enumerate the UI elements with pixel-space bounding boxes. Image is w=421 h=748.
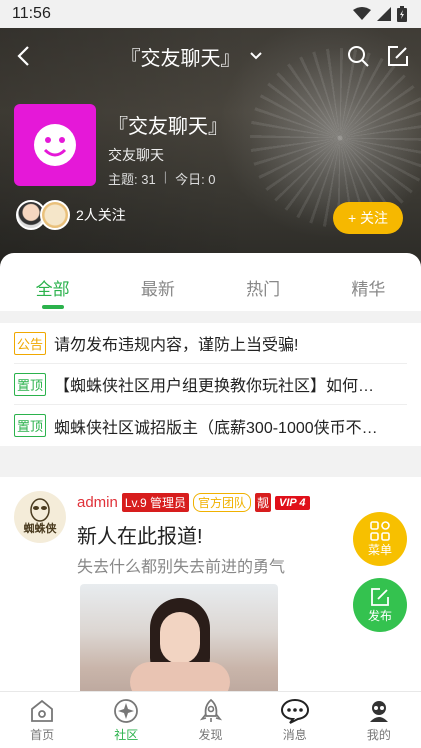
battery-icon	[397, 6, 407, 22]
tab-label: 精华	[351, 280, 386, 299]
message-icon	[280, 698, 309, 724]
post-title[interactable]: 新人在此报道!	[77, 520, 203, 549]
avatar[interactable]: 蜘蛛侠	[14, 491, 66, 543]
forum-topics: 主题: 31	[108, 172, 156, 187]
notice-text: 请勿发布违规内容，谨防上当受骗!	[54, 337, 299, 354]
forum-name: 『交友聊天』	[108, 116, 228, 138]
bottom-navigation: 首页 社区 发现 消息 我的	[0, 691, 421, 748]
publish-label: 发布	[367, 608, 392, 623]
post-username[interactable]: admin	[77, 494, 118, 511]
notice-item[interactable]: 公告 请勿发布违规内容，谨防上当受骗!	[14, 323, 407, 364]
notice-item[interactable]: 置顶 【蜘蛛侠社区用户组更换教你玩社区】如何…	[14, 364, 407, 405]
rocket-icon	[199, 698, 222, 722]
status-time: 11:56	[12, 5, 51, 22]
pinned-tag: 置顶	[14, 372, 47, 396]
status-icons	[353, 6, 407, 22]
header-title-dropdown[interactable]: 『交友聊天』	[121, 42, 263, 71]
active-tab-indicator	[41, 305, 64, 309]
pinned-notices: 公告 请勿发布违规内容，谨防上当受骗! 置顶 【蜘蛛侠社区用户组更换教你玩社区】…	[0, 323, 421, 446]
nav-messages[interactable]: 消息	[253, 692, 337, 748]
profile-icon	[369, 700, 388, 722]
avatar	[40, 200, 70, 230]
follower-avatars	[16, 200, 70, 230]
forum-logo	[14, 104, 96, 186]
followers[interactable]: 2人关注	[16, 200, 126, 230]
publish-button[interactable]: 发布	[353, 578, 407, 632]
menu-label: 菜单	[367, 542, 392, 557]
tab-label: 全部	[35, 280, 70, 299]
smiley-icon	[34, 124, 76, 166]
tab-label: 最新	[140, 280, 175, 299]
spider-mask-icon	[30, 498, 50, 522]
post-card[interactable]: 蜘蛛侠 admin Lv.9 管理员 官方团队 靓 VIP 4 新人在此报道! …	[0, 477, 421, 691]
back-icon[interactable]	[12, 44, 36, 68]
nav-profile[interactable]: 我的	[337, 692, 421, 748]
followers-count: 2人关注	[76, 207, 126, 223]
forum-subtitle: 交友聊天	[108, 147, 164, 163]
post-image[interactable]	[80, 584, 278, 691]
notice-text: 【蜘蛛侠社区用户组更换教你玩社区】如何…	[54, 378, 375, 395]
chevron-down-icon	[249, 52, 262, 60]
top-navigation: 『交友聊天』	[0, 28, 421, 84]
notice-item[interactable]: 置顶 蜘蛛侠社区诚招版主（底薪300-1000侠币不…	[14, 405, 407, 446]
official-team-badge: 官方团队	[193, 493, 252, 512]
notice-text: 蜘蛛侠社区诚招版主（底薪300-1000侠币不…	[54, 419, 378, 437]
post-author-row: admin Lv.9 管理员 官方团队 靓 VIP 4	[77, 493, 310, 512]
stats-divider: |	[163, 169, 168, 184]
tab-label: 热门	[246, 280, 281, 299]
nav-community[interactable]: 社区	[84, 692, 168, 748]
nav-discover[interactable]: 发现	[168, 692, 252, 748]
nav-label: 首页	[30, 727, 55, 742]
announcement-tag: 公告	[14, 331, 47, 355]
content-tabs: 全部 最新 热门 精华	[0, 253, 421, 311]
compose-icon[interactable]	[387, 45, 409, 67]
follow-button[interactable]: + 关注	[333, 202, 403, 234]
nav-label: 消息	[282, 727, 307, 742]
tab-latest[interactable]: 最新	[105, 253, 210, 311]
header-title: 『交友聊天』	[120, 47, 241, 70]
signal-icon	[377, 7, 391, 21]
forum-stats: 主题: 31 | 今日: 0	[108, 169, 228, 188]
tab-hot[interactable]: 热门	[211, 253, 316, 311]
search-icon[interactable]	[347, 45, 369, 67]
nav-label: 发现	[198, 727, 223, 742]
nav-label: 社区	[114, 727, 139, 742]
image-detail	[130, 662, 230, 691]
status-bar: 11:56	[0, 0, 421, 28]
post-description: 失去什么都别失去前进的勇气	[77, 559, 286, 576]
level-badge: Lv.9 管理员	[121, 493, 189, 512]
tab-featured[interactable]: 精华	[316, 253, 421, 311]
forum-info: 『交友聊天』 交友聊天 主题: 31 | 今日: 0	[14, 104, 228, 188]
wifi-icon	[353, 7, 371, 20]
home-icon	[31, 699, 53, 722]
menu-button[interactable]: 菜单	[353, 512, 407, 566]
community-icon	[114, 698, 139, 723]
liang-badge: 靓	[255, 493, 272, 512]
nav-home[interactable]: 首页	[0, 692, 84, 748]
image-detail	[160, 612, 200, 664]
grid-icon	[370, 520, 390, 541]
avatar-text: 蜘蛛侠	[23, 523, 57, 535]
edit-icon	[371, 587, 389, 606]
nav-label: 我的	[366, 727, 391, 742]
pinned-tag: 置顶	[14, 414, 47, 437]
vip-badge: VIP 4	[275, 495, 310, 510]
forum-today: 今日: 0	[175, 172, 216, 187]
tab-all[interactable]: 全部	[0, 253, 105, 311]
